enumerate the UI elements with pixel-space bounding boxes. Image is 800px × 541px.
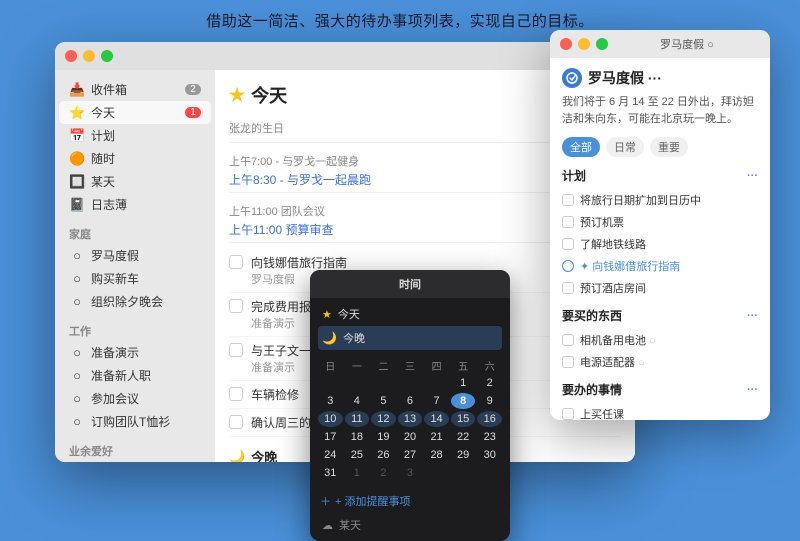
detail-titlebar: 罗马度假 ○ xyxy=(550,30,770,58)
cal-moon-icon: 🌙 xyxy=(322,331,337,345)
sidebar-item-today[interactable]: ⭐ 今天 1 xyxy=(59,101,211,124)
task-checkbox[interactable] xyxy=(229,255,243,269)
circle-icon: ○ xyxy=(69,248,85,263)
minimize-button[interactable] xyxy=(83,50,95,62)
toggle-daily-button[interactable]: 日常 xyxy=(606,137,644,157)
circle-icon-2: ○ xyxy=(69,271,85,286)
sidebar-main-section: 📥 收件箱 2 ⭐ 今天 1 📅 计划 🟠 随时 xyxy=(55,78,215,216)
toggle-important-button[interactable]: 重要 xyxy=(650,137,688,157)
sidebar-item-italian[interactable]: ○ 学习意大利语 xyxy=(59,461,211,462)
task-checkbox-2[interactable] xyxy=(229,299,243,313)
detail-checkbox-5[interactable] xyxy=(562,282,574,294)
calendar-add-button[interactable]: ＋ + 添加提醒事项 xyxy=(310,489,510,517)
cal-tonight-item[interactable]: 🌙 今晚 xyxy=(318,326,502,350)
sidebar-section-family: 家庭 ○ 罗马度假 ○ 购买新车 ○ 组织除夕晚会 xyxy=(55,220,215,313)
detail-task-adapter[interactable]: 电源适配器 ○ xyxy=(562,351,758,373)
buy-more-button[interactable]: ··· xyxy=(747,310,758,322)
sidebar-header-work: 工作 xyxy=(55,317,215,341)
calendar-icon: 📅 xyxy=(69,128,85,144)
close-button[interactable] xyxy=(65,50,77,62)
detail-buy-section: 要买的东西 ··· xyxy=(562,307,758,324)
toggle-all-button[interactable]: 全部 xyxy=(562,137,600,157)
sidebar-item-someday[interactable]: 🔲 某天 xyxy=(59,170,211,193)
window-titlebar xyxy=(55,42,635,70)
sidebar: 📥 收件箱 2 ⭐ 今天 1 📅 计划 🟠 随时 xyxy=(55,70,215,462)
someday-cal-icon: ☁ xyxy=(322,519,333,532)
calendar-list: ★ 今天 🌙 今晚 xyxy=(310,298,510,354)
detail-minimize-button[interactable] xyxy=(578,38,590,50)
detail-todo-section: 要办的事情 ··· xyxy=(562,381,758,398)
sidebar-item-anytime[interactable]: 🟠 随时 xyxy=(59,147,211,170)
sidebar-section-hobby: 业余爱好 ○ 学习意大利语 ○ 参加马拉松 xyxy=(55,437,215,462)
sidebar-item-tshirt[interactable]: ○ 订购团队T恤衫 xyxy=(59,410,211,433)
calendar-weekdays: 日 一 二 三 四 五 六 xyxy=(318,358,502,373)
detail-project-title: 罗马度假 ··· xyxy=(562,68,758,88)
detail-checkbox-6[interactable] xyxy=(562,334,574,346)
detail-checkbox-2[interactable] xyxy=(562,216,574,228)
detail-checkbox-8[interactable] xyxy=(562,408,574,420)
detail-panel: 罗马度假 ○ 罗马度假 ··· 我们将于 6 月 14 至 22 日外出，拜访妲… xyxy=(550,30,770,420)
calendar-days: 1 2 3 4 5 6 7 8 9 10 11 12 13 14 15 16 1… xyxy=(318,375,502,481)
circle-icon-6: ○ xyxy=(69,391,85,406)
sidebar-header-family: 家庭 xyxy=(55,220,215,244)
sidebar-item-rome-trip[interactable]: ○ 罗马度假 xyxy=(59,244,211,267)
circle-icon-3: ○ xyxy=(69,294,85,309)
today-icon: ⭐ xyxy=(69,105,85,121)
detail-task-flight[interactable]: 预订机票 xyxy=(562,211,758,233)
detail-maximize-button[interactable] xyxy=(596,38,608,50)
plan-more-button[interactable]: ··· xyxy=(747,170,758,182)
cal-star-icon: ★ xyxy=(322,308,332,321)
circle-icon-5: ○ xyxy=(69,368,85,383)
detail-body: 罗马度假 ··· 我们将于 6 月 14 至 22 日外出，拜访妲洁和朱向东，可… xyxy=(550,58,770,420)
anytime-icon: 🟠 xyxy=(69,151,85,167)
detail-task-subway[interactable]: 了解地铁线路 xyxy=(562,233,758,255)
maximize-button[interactable] xyxy=(101,50,113,62)
tonight-icon: 🌙 xyxy=(229,449,245,463)
sidebar-item-onboard[interactable]: ○ 准备新人职 xyxy=(59,364,211,387)
task-checkbox-4[interactable] xyxy=(229,387,243,401)
mini-calendar-popup: 时间 ★ 今天 🌙 今晚 日 一 二 三 四 五 六 1 2 3 xyxy=(310,270,510,541)
detail-task-battery[interactable]: 相机备用电池 ○ xyxy=(562,329,758,351)
sidebar-item-party[interactable]: ○ 组织除夕晚会 xyxy=(59,290,211,313)
sidebar-section-work: 工作 ○ 准备演示 ○ 准备新人职 ○ 参加会议 ○ 订购团队T恤衫 xyxy=(55,317,215,433)
detail-title: 罗马度假 ○ xyxy=(660,36,714,52)
project-icon xyxy=(562,68,582,88)
cal-today-item[interactable]: ★ 今天 xyxy=(318,302,502,326)
detail-close-button[interactable] xyxy=(560,38,572,50)
sidebar-item-new-car[interactable]: ○ 购买新车 xyxy=(59,267,211,290)
todo-more-button[interactable]: ··· xyxy=(747,384,758,396)
calendar-grid: 日 一 二 三 四 五 六 1 2 3 4 5 6 7 8 9 10 11 12 xyxy=(310,354,510,489)
detail-checkbox-4[interactable] xyxy=(562,260,574,272)
sidebar-item-demo[interactable]: ○ 准备演示 xyxy=(59,341,211,364)
calendar-header: 时间 xyxy=(310,270,510,298)
sidebar-item-meeting[interactable]: ○ 参加会议 xyxy=(59,387,211,410)
detail-description: 我们将于 6 月 14 至 22 日外出，拜访妲洁和朱向东，可能在北京玩一晚上。 xyxy=(562,94,758,127)
detail-task-calendar[interactable]: 将旅行日期扩加到日历中 xyxy=(562,189,758,211)
detail-task-lesson[interactable]: 上买任课 xyxy=(562,403,758,420)
someday-icon: 🔲 xyxy=(69,174,85,190)
sidebar-item-scheduled[interactable]: 📅 计划 xyxy=(59,124,211,147)
detail-checkbox-3[interactable] xyxy=(562,238,574,250)
detail-checkbox-1[interactable] xyxy=(562,194,574,206)
inbox-icon: 📥 xyxy=(69,82,85,98)
today-star-icon: ★ xyxy=(229,85,245,106)
cal-someday-item[interactable]: ☁ 某天 xyxy=(310,517,510,541)
logbook-icon: 📓 xyxy=(69,197,85,213)
sidebar-header-hobby: 业余爱好 xyxy=(55,437,215,461)
circle-icon-7: ○ xyxy=(69,414,85,429)
sidebar-item-inbox[interactable]: 📥 收件箱 2 xyxy=(59,78,211,101)
circle-icon-4: ○ xyxy=(69,345,85,360)
detail-task-hotel[interactable]: 预订酒店房间 xyxy=(562,277,758,299)
task-checkbox-3[interactable] xyxy=(229,343,243,357)
detail-toggle-group: 全部 日常 重要 xyxy=(562,137,758,157)
detail-task-guide[interactable]: ✦ 向钱娜借旅行指南 xyxy=(562,255,758,277)
task-checkbox-5[interactable] xyxy=(229,415,243,429)
plus-icon: ＋ xyxy=(320,493,331,509)
detail-checkbox-7[interactable] xyxy=(562,356,574,368)
detail-plan-section: 计划 ··· xyxy=(562,167,758,184)
sidebar-item-logbook[interactable]: 📓 日志薄 xyxy=(59,193,211,216)
